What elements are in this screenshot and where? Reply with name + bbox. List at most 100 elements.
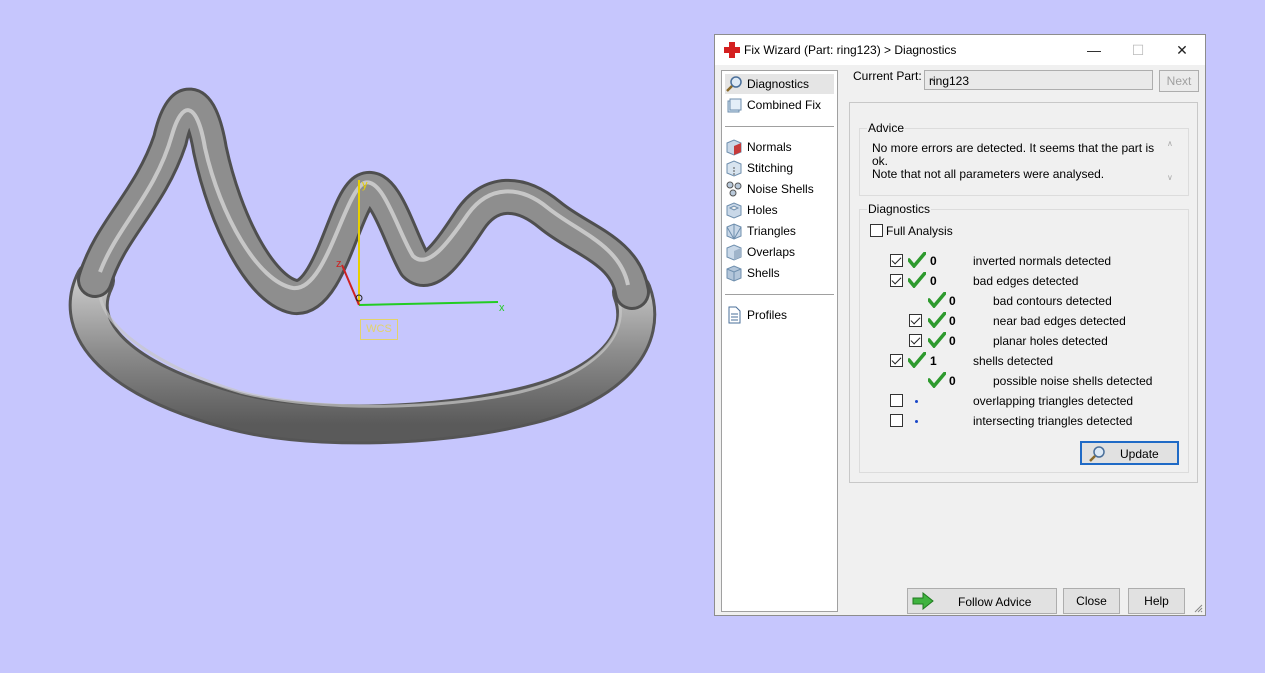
shells-cube-icon xyxy=(726,265,742,282)
nav-label: Triangles xyxy=(747,224,796,238)
3d-viewport[interactable]: y x z WCS xyxy=(0,0,700,670)
green-check-icon xyxy=(928,312,946,328)
diagnostics-group: Diagnostics Full Analysis 0 inverted nor… xyxy=(859,202,1189,473)
document-icon xyxy=(728,306,741,324)
resize-grip-icon[interactable] xyxy=(1193,603,1203,613)
update-button[interactable]: Update xyxy=(1080,441,1179,465)
wizard-nav: Diagnostics Combined Fix Normals Stitchi… xyxy=(721,70,838,612)
row-checkbox[interactable] xyxy=(890,394,903,407)
green-check-icon xyxy=(908,252,926,268)
close-window-button[interactable]: ✕ xyxy=(1159,35,1205,65)
nav-item-shells[interactable]: Shells xyxy=(725,263,834,283)
nav-label: Stitching xyxy=(747,161,794,175)
green-arrow-icon xyxy=(912,592,934,610)
nav-label: Profiles xyxy=(747,308,788,322)
row-checkbox[interactable] xyxy=(909,314,922,327)
row-count: 0 xyxy=(949,374,956,388)
row-count: 0 xyxy=(930,254,937,268)
cube-stack-icon xyxy=(727,98,742,113)
follow-advice-button[interactable]: Follow Advice xyxy=(907,588,1057,614)
nav-item-combined-fix[interactable]: Combined Fix xyxy=(725,95,834,115)
nav-item-noise-shells[interactable]: Noise Shells xyxy=(725,179,834,199)
nav-item-normals[interactable]: Normals xyxy=(725,137,834,157)
row-count: 0 xyxy=(930,274,937,288)
holes-cube-icon xyxy=(726,202,742,219)
nav-item-profiles[interactable]: Profiles xyxy=(725,305,834,325)
x-axis-line xyxy=(358,301,499,306)
pending-dot-icon xyxy=(915,420,918,423)
nav-separator xyxy=(725,126,834,127)
advice-text: No more errors are detected. It seems th… xyxy=(872,142,1162,181)
nav-label: Diagnostics xyxy=(747,77,810,91)
update-label: Update xyxy=(1120,447,1159,461)
overlaps-cube-icon xyxy=(726,244,742,261)
row-count: 0 xyxy=(949,294,956,308)
nav-label: Normals xyxy=(747,140,792,154)
help-button[interactable]: Help xyxy=(1128,588,1185,614)
advice-group: Advice No more errors are detected. It s… xyxy=(859,121,1189,196)
current-part-label: Current Part: xyxy=(853,69,922,83)
ring-model[interactable] xyxy=(0,0,700,670)
chevron-down-icon: ⌄ xyxy=(929,73,938,84)
row-label: shells detected xyxy=(973,354,1054,368)
x-axis-label: x xyxy=(499,302,505,314)
row-label: bad edges detected xyxy=(973,274,1079,288)
row-label: near bad edges detected xyxy=(993,314,1126,328)
scroll-up-icon[interactable]: ∧ xyxy=(1167,139,1173,148)
row-count: 0 xyxy=(949,314,956,328)
stitching-cube-icon xyxy=(726,160,742,177)
title-bar[interactable]: Fix Wizard (Part: ring123) > Diagnostics… xyxy=(715,35,1205,65)
row-label: bad contours detected xyxy=(993,294,1112,308)
magnifier-icon xyxy=(726,76,742,92)
magnifier-icon xyxy=(1089,446,1105,462)
advice-line-2: Note that not all parameters were analys… xyxy=(872,167,1105,181)
diagnostics-title: Diagnostics xyxy=(867,202,932,216)
row-checkbox[interactable] xyxy=(890,274,903,287)
diagnostics-panel: Advice No more errors are detected. It s… xyxy=(849,102,1198,483)
row-label: possible noise shells detected xyxy=(993,374,1153,388)
advice-line-1: No more errors are detected. It seems th… xyxy=(872,141,1155,168)
nav-item-triangles[interactable]: Triangles xyxy=(725,221,834,241)
scroll-down-icon[interactable]: ∨ xyxy=(1167,173,1173,182)
nav-item-overlaps[interactable]: Overlaps xyxy=(725,242,834,262)
green-check-icon xyxy=(928,372,946,388)
full-analysis-label: Full Analysis xyxy=(886,224,953,238)
normals-cube-icon xyxy=(726,139,742,156)
nav-label: Shells xyxy=(747,266,780,280)
row-label: planar holes detected xyxy=(993,334,1108,348)
triangles-cube-icon xyxy=(726,223,742,240)
z-axis-label: z xyxy=(336,258,342,270)
row-label: overlapping triangles detected xyxy=(973,394,1134,408)
current-part-select[interactable]: ring123 ⌄ xyxy=(924,70,1153,90)
nav-label: Noise Shells xyxy=(747,182,814,196)
green-check-icon xyxy=(908,352,926,368)
row-count: 0 xyxy=(949,334,956,348)
y-axis-label: y xyxy=(362,179,368,191)
green-check-icon xyxy=(928,292,946,308)
nav-item-holes[interactable]: Holes xyxy=(725,200,834,220)
nav-item-stitching[interactable]: Stitching xyxy=(725,158,834,178)
noise-shells-icon xyxy=(726,181,742,197)
row-count: 1 xyxy=(930,354,937,368)
nav-item-diagnostics[interactable]: Diagnostics xyxy=(725,74,834,94)
window-title: Fix Wizard (Part: ring123) > Diagnostics xyxy=(744,43,957,57)
follow-advice-label: Follow Advice xyxy=(958,595,1032,609)
maximize-button[interactable]: ☐ xyxy=(1115,35,1161,65)
pending-dot-icon xyxy=(915,400,918,403)
green-check-icon xyxy=(908,272,926,288)
row-checkbox[interactable] xyxy=(890,254,903,267)
nav-separator xyxy=(725,294,834,295)
full-analysis-checkbox[interactable] xyxy=(870,224,883,237)
fix-wizard-dialog: Fix Wizard (Part: ring123) > Diagnostics… xyxy=(714,34,1206,616)
nav-label: Combined Fix xyxy=(747,98,822,112)
minimize-button[interactable]: — xyxy=(1071,35,1117,65)
next-button[interactable]: Next xyxy=(1159,70,1199,92)
row-label: inverted normals detected xyxy=(973,254,1112,268)
row-checkbox[interactable] xyxy=(890,414,903,427)
green-check-icon xyxy=(928,332,946,348)
close-button[interactable]: Close xyxy=(1063,588,1120,614)
row-checkbox[interactable] xyxy=(890,354,903,367)
red-cross-icon xyxy=(724,42,740,58)
row-checkbox[interactable] xyxy=(909,334,922,347)
advice-title: Advice xyxy=(867,121,906,135)
